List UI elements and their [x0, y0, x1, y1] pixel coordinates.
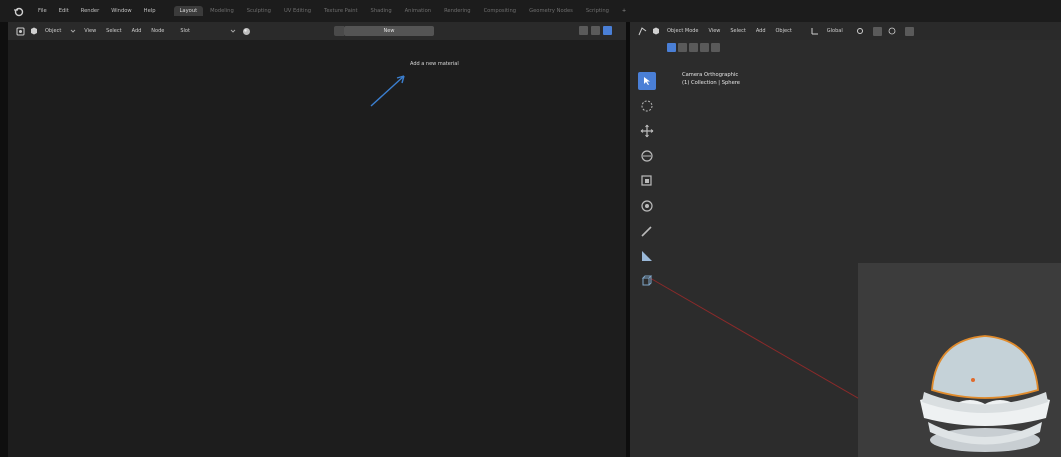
tab-sculpting[interactable]: Sculpting — [241, 6, 277, 16]
shader-type-dropdown[interactable]: Object — [40, 28, 66, 34]
3d-cursor-icon — [641, 100, 653, 112]
menu-object[interactable]: Object — [771, 28, 797, 34]
menu-help[interactable]: Help — [138, 8, 162, 14]
snap-icon[interactable] — [872, 26, 882, 36]
tab-layout[interactable]: Layout — [173, 6, 204, 16]
measure-tool[interactable] — [638, 247, 656, 265]
object-mode-dropdown[interactable]: Object Mode — [662, 28, 704, 34]
proportional-edit-icon[interactable] — [888, 27, 897, 36]
overlay-icon[interactable] — [591, 26, 600, 35]
add-cube-icon — [641, 275, 653, 286]
select-extend-icon[interactable] — [678, 43, 687, 52]
selection-mode-buttons — [667, 43, 720, 52]
move-tool[interactable] — [638, 122, 656, 140]
transform-orientation-icon — [811, 27, 820, 36]
tab-texture-paint[interactable]: Texture Paint — [318, 6, 363, 16]
move-icon — [640, 124, 654, 138]
shader-header-right-tools — [579, 26, 612, 35]
object-type-icon — [29, 27, 38, 36]
sidebar-toggle-icon[interactable] — [603, 26, 612, 35]
material-sphere-icon[interactable] — [242, 27, 251, 36]
pencil-icon — [641, 226, 652, 237]
select-subtract-icon[interactable] — [689, 43, 698, 52]
chevron-down-icon — [68, 27, 77, 36]
top-bar: File Edit Render Window Help Layout Mode… — [0, 0, 1061, 22]
tab-compositing[interactable]: Compositing — [478, 6, 523, 16]
new-material-button[interactable]: New — [344, 26, 434, 36]
3d-viewport[interactable]: Object Mode View Select Add Object Globa… — [630, 22, 1061, 457]
menu-edit[interactable]: Edit — [53, 8, 75, 14]
scale-icon — [641, 175, 652, 186]
annotate-tool[interactable] — [638, 222, 656, 240]
rotate-tool[interactable] — [638, 147, 656, 165]
collection-label: (1) Collection | Sphere — [682, 80, 740, 86]
editor-type-icon[interactable] — [16, 27, 25, 36]
shader-editor-header: Object View Select Add Node Slot — [8, 22, 626, 40]
tab-shading[interactable]: Shading — [365, 6, 398, 16]
add-workspace-button[interactable]: + — [616, 8, 632, 14]
editor-type-icon[interactable] — [638, 26, 647, 36]
snap-icon[interactable] — [579, 26, 588, 35]
shader-editor[interactable]: Object View Select Add Node Slot New Add… — [8, 22, 626, 457]
menu-file[interactable]: File — [32, 8, 53, 14]
menu-node[interactable]: Node — [146, 28, 169, 34]
transform-icon — [641, 200, 653, 212]
blender-logo-icon[interactable] — [13, 6, 24, 17]
pivot-icon[interactable] — [856, 27, 865, 36]
menu-window[interactable]: Window — [105, 8, 137, 14]
material-browse-button[interactable] — [334, 26, 344, 36]
menu-add[interactable]: Add — [751, 28, 771, 34]
tab-animation[interactable]: Animation — [399, 6, 437, 16]
select-invert-icon[interactable] — [700, 43, 709, 52]
slot-dropdown[interactable]: Slot — [175, 28, 195, 34]
rotate-icon — [641, 150, 653, 162]
select-tool[interactable] — [638, 72, 656, 90]
tool-shelf — [635, 72, 659, 297]
menu-view[interactable]: View — [704, 28, 726, 34]
annotation-arrow-icon — [370, 75, 405, 107]
object-mode-icon — [651, 27, 660, 36]
transform-tool[interactable] — [638, 197, 656, 215]
viewport-info-overlay: Camera Orthographic (1) Collection | Sph… — [682, 71, 740, 87]
burger-model[interactable] — [910, 322, 1060, 457]
menu-select[interactable]: Select — [725, 28, 750, 34]
tab-rendering[interactable]: Rendering — [438, 6, 477, 16]
scale-tool[interactable] — [638, 172, 656, 190]
tooltip: Add a new material — [410, 61, 459, 67]
chevron-down-icon — [229, 27, 238, 36]
cursor-tool[interactable] — [638, 97, 656, 115]
tab-modeling[interactable]: Modeling — [204, 6, 240, 16]
cursor-arrow-icon — [644, 77, 650, 85]
tab-geometry-nodes[interactable]: Geometry Nodes — [523, 6, 579, 16]
menu-render[interactable]: Render — [75, 8, 105, 14]
menu-select[interactable]: Select — [101, 28, 126, 34]
select-intersect-icon[interactable] — [711, 43, 720, 52]
view-name-label: Camera Orthographic — [682, 72, 739, 78]
overlay-icon[interactable] — [904, 26, 914, 36]
viewport-header: Object Mode View Select Add Object Globa… — [630, 22, 1061, 40]
menu-add[interactable]: Add — [127, 28, 147, 34]
orientation-dropdown[interactable]: Global — [822, 28, 848, 34]
tab-uv-editing[interactable]: UV Editing — [278, 6, 317, 16]
new-material-label: New — [383, 28, 395, 34]
tab-scripting[interactable]: Scripting — [580, 6, 615, 16]
menu-view[interactable]: View — [79, 28, 101, 34]
add-cube-tool[interactable] — [638, 272, 656, 290]
ruler-icon — [642, 251, 652, 261]
select-box-icon[interactable] — [667, 43, 676, 52]
